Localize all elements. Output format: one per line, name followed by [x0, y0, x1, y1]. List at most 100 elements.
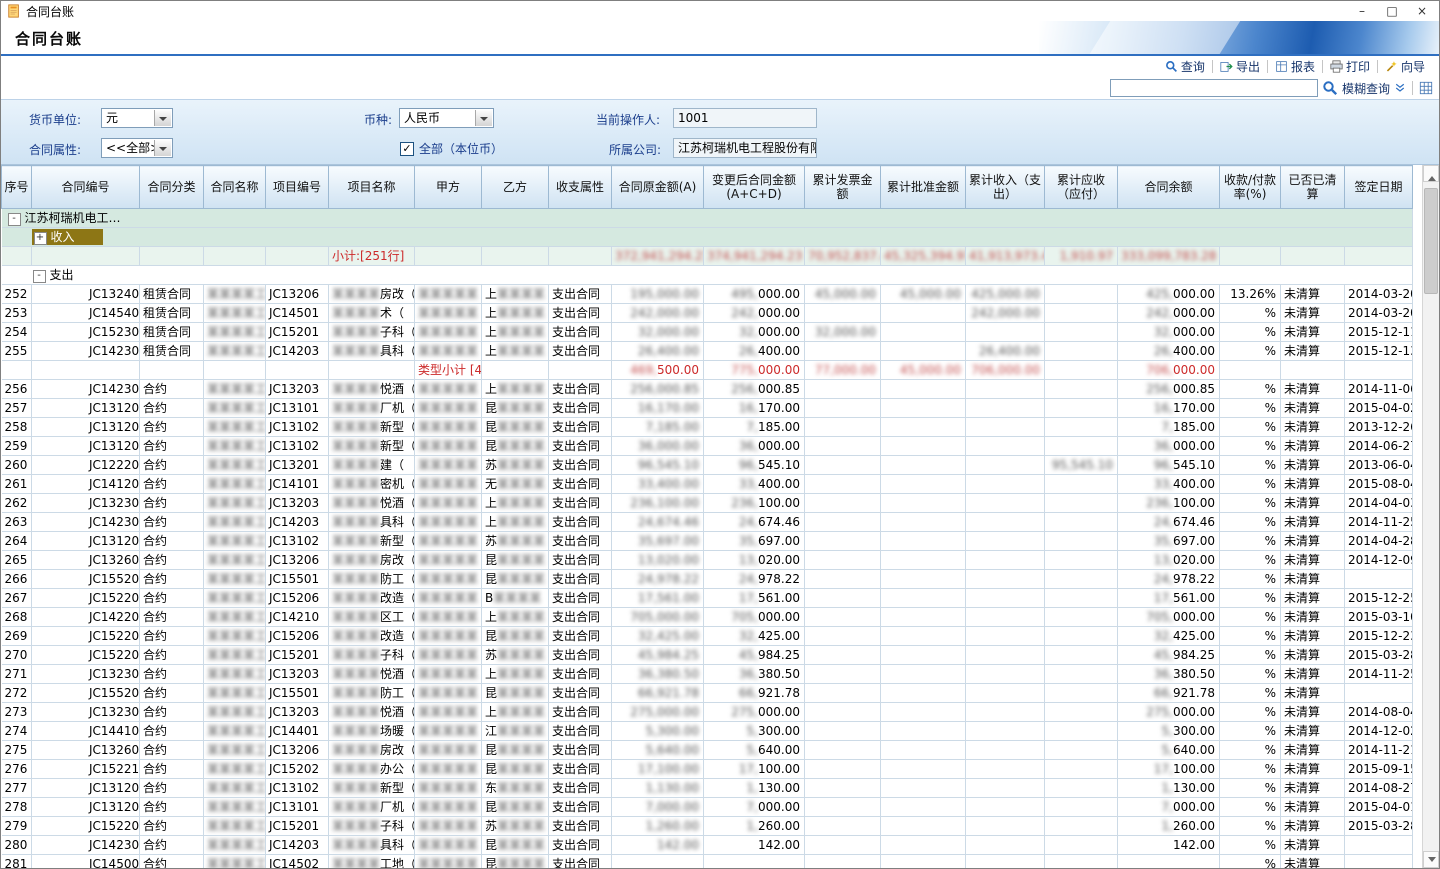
cell-cat[interactable]: 合约	[140, 646, 204, 665]
cell-cat[interactable]: 合约	[140, 456, 204, 475]
cell-name[interactable]: 某某某某工程	[204, 513, 266, 532]
cell-cat[interactable]: 合约	[140, 418, 204, 437]
cell-pno[interactable]: JC13206	[266, 741, 329, 760]
cell-party_b[interactable]: 昆某某某某	[482, 418, 549, 437]
cell-attr[interactable]: 支出合同	[549, 475, 612, 494]
cell-party_a[interactable]: 某某某某某	[415, 589, 482, 608]
cell-approved[interactable]	[881, 456, 966, 475]
cell-rate[interactable]: %	[1220, 855, 1281, 869]
scroll-up-button[interactable]	[1423, 165, 1439, 182]
cell-no[interactable]: 271	[2, 665, 32, 684]
cell-attr[interactable]: 支出合同	[549, 646, 612, 665]
cell-pname[interactable]: 某某某某防工（	[329, 570, 415, 589]
table-row[interactable]: 254JC152300租赁合同某某某某工程JC15201某某某某子科（某某某某某…	[2, 323, 1413, 342]
cell-payable[interactable]	[1045, 418, 1118, 437]
table-row[interactable]: 266JC155205合约某某某某工程JC15501某某某某防工（某某某某某昆某…	[2, 570, 1413, 589]
cell-income[interactable]	[966, 684, 1045, 703]
cell-income[interactable]	[966, 798, 1045, 817]
export-button[interactable]: 导出	[1214, 58, 1266, 75]
cell-changed[interactable]: 24,674.46	[704, 513, 805, 532]
cell-party_a[interactable]: 某某某某某	[415, 570, 482, 589]
cell-pname[interactable]: 某某某某防工（	[329, 684, 415, 703]
currency-unit-select[interactable]: 元	[101, 108, 173, 128]
cell-changed[interactable]: 275,000.00	[704, 703, 805, 722]
cell-name[interactable]: 某某某某工程	[204, 608, 266, 627]
cell-changed[interactable]: 96,545.10	[704, 456, 805, 475]
scrollbar-thumb[interactable]	[1424, 188, 1438, 294]
cell-balance[interactable]: 706,000.00	[1118, 361, 1220, 380]
cell-cat[interactable]: 合约	[140, 399, 204, 418]
cell-payable[interactable]	[1045, 399, 1118, 418]
cell-changed[interactable]: 16,170.00	[704, 399, 805, 418]
cell-name[interactable]: 某某某某工程	[204, 285, 266, 304]
cell-orig[interactable]: 45,984.25	[612, 646, 704, 665]
cell-cat[interactable]: 租赁合同	[140, 285, 204, 304]
cell-income[interactable]	[966, 551, 1045, 570]
cell-party_b[interactable]: 上某某某某	[482, 380, 549, 399]
cell-approved[interactable]: 45,325,394.97	[881, 247, 966, 266]
cell-date[interactable]	[1345, 247, 1413, 266]
table-row[interactable]: 264JC131201合约某某某某工程JC13102某某某某新型（某某某某某苏某…	[2, 532, 1413, 551]
cell-payable[interactable]	[1045, 532, 1118, 551]
cell-date[interactable]	[1345, 361, 1413, 380]
cell-rate[interactable]: %	[1220, 380, 1281, 399]
operator-field[interactable]: 1001	[673, 108, 817, 128]
dropdown-arrow-icon[interactable]	[475, 110, 492, 126]
cell-payable[interactable]	[1045, 741, 1118, 760]
column-header-balance[interactable]: 合同余额	[1118, 166, 1220, 209]
cell-invoice[interactable]	[805, 475, 881, 494]
cell-approved[interactable]	[881, 779, 966, 798]
cell-attr[interactable]: 支出合同	[549, 779, 612, 798]
cell-party_b[interactable]: 东某某某某	[482, 779, 549, 798]
cell-no[interactable]: 256	[2, 380, 32, 399]
cell-settled[interactable]: 未清算	[1281, 437, 1345, 456]
cell-changed[interactable]: 24,978.22	[704, 570, 805, 589]
cell-date[interactable]: 2015-03-10	[1345, 608, 1413, 627]
cell-approved[interactable]	[881, 741, 966, 760]
cell-orig[interactable]	[612, 855, 704, 869]
cell-orig[interactable]: 242,000.00	[612, 304, 704, 323]
cell-income[interactable]: 26,400.00	[966, 342, 1045, 361]
cell-invoice[interactable]	[805, 798, 881, 817]
cell-payable[interactable]	[1045, 551, 1118, 570]
group-row-company[interactable]: -江苏柯瑞机电工…	[2, 209, 1413, 228]
cell-party_b[interactable]: 上某某某某	[482, 665, 549, 684]
cell-party_a[interactable]: 某某某某某	[415, 627, 482, 646]
cell-attr[interactable]: 支出合同	[549, 703, 612, 722]
cell-cat[interactable]: 合约	[140, 570, 204, 589]
cell-payable[interactable]	[1045, 646, 1118, 665]
cell-orig[interactable]: 32,425.00	[612, 627, 704, 646]
cell-attr[interactable]: 支出合同	[549, 513, 612, 532]
cell-balance[interactable]: 24,674.46	[1118, 513, 1220, 532]
cell-date[interactable]: 2014-03-20	[1345, 285, 1413, 304]
cell-party_b[interactable]: 昆某某某某	[482, 684, 549, 703]
cell-no[interactable]: 278	[2, 798, 32, 817]
cell-orig[interactable]: 17,561.00	[612, 589, 704, 608]
cell-no[interactable]: 279	[2, 817, 32, 836]
cell-pname[interactable]: 某某某某新型（	[329, 418, 415, 437]
cell-cat[interactable]: 租赁合同	[140, 342, 204, 361]
cell-rate[interactable]: %	[1220, 608, 1281, 627]
cell-party_b[interactable]: 上某某某某	[482, 703, 549, 722]
cell-changed[interactable]: 5,640.00	[704, 741, 805, 760]
cell-invoice[interactable]	[805, 684, 881, 703]
cell-payable[interactable]	[1045, 513, 1118, 532]
dropdown-arrow-icon[interactable]	[154, 140, 171, 156]
cell-date[interactable]	[1345, 855, 1413, 869]
cell-balance[interactable]: 242,000.00	[1118, 304, 1220, 323]
column-header-changed[interactable]: 变更后合同金额(A+C+D)	[704, 166, 805, 209]
cell-cat[interactable]: 租赁合同	[140, 304, 204, 323]
cell-payable[interactable]	[1045, 722, 1118, 741]
table-row[interactable]: 281JC145000合约某某某某工程JC14502某某某某工地（某某某某某昆某…	[2, 855, 1413, 869]
cell-attr[interactable]: 支出合同	[549, 608, 612, 627]
cell-orig[interactable]: 275,000.00	[612, 703, 704, 722]
cell-invoice[interactable]: 45,000.00	[805, 285, 881, 304]
cell-settled[interactable]: 未清算	[1281, 684, 1345, 703]
cell-balance[interactable]: 26,400.00	[1118, 342, 1220, 361]
cell-party_a[interactable]: 某某某某某	[415, 608, 482, 627]
table-row[interactable]: 275JC132600合约某某某某工程JC13206某某某某房改（某某某某某昆某…	[2, 741, 1413, 760]
cell-name[interactable]: 某某某某工程	[204, 760, 266, 779]
column-header-approved[interactable]: 累计批准金额	[881, 166, 966, 209]
cell-changed[interactable]: 374,941,294.23	[704, 247, 805, 266]
cell-pno[interactable]: JC13102	[266, 418, 329, 437]
